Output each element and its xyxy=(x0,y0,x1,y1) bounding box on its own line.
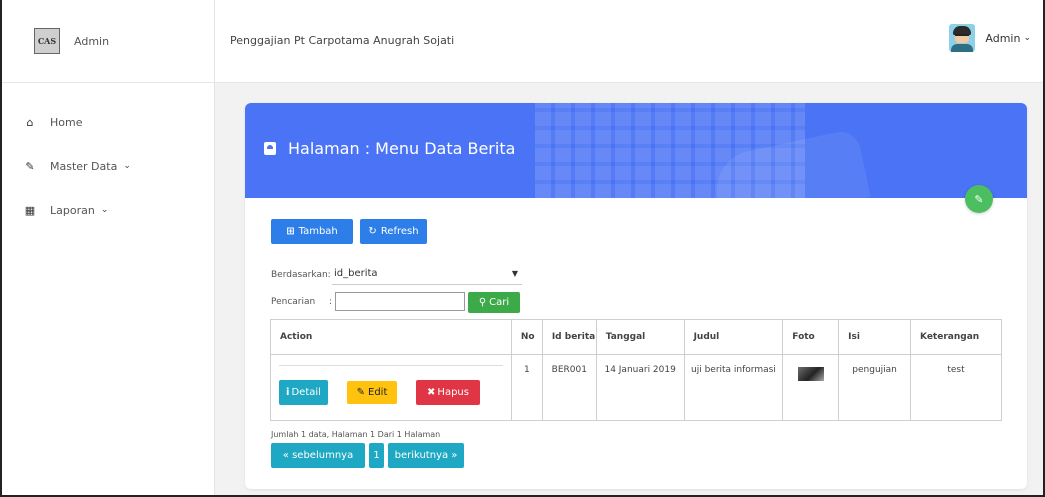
column-header: Judul xyxy=(683,319,784,355)
cell-tanggal: 14 Januari 2019 xyxy=(595,354,685,421)
berita-table: Action No Id berita Tanggal Judul Foto I… xyxy=(270,319,1002,421)
edit-label: Edit xyxy=(368,387,388,398)
edit-fab-button[interactable]: ✎ xyxy=(965,185,993,213)
sidebar-item-label: Laporan xyxy=(50,203,95,217)
brand[interactable]: CAS Admin xyxy=(2,0,214,83)
hapus-label: Hapus xyxy=(437,387,469,398)
edit-icon: ✎ xyxy=(974,192,984,206)
detail-label: Detail xyxy=(291,387,321,398)
sidebar-item-home[interactable]: ⌂ Home xyxy=(2,109,214,135)
user-name: Admin xyxy=(985,31,1021,45)
brand-name: Admin xyxy=(74,34,110,48)
sort-label: Berdasarkan: xyxy=(271,270,331,280)
sidebar: CAS Admin ⌂ Home ✎ Master Data ⌄ ▦ Lapor… xyxy=(2,0,215,497)
action-cell: i Detail ✎ Edit ✖ Hapus xyxy=(270,354,512,421)
prev-page-button[interactable]: « sebelumnya xyxy=(271,443,365,468)
calendar-icon: ▦ xyxy=(24,203,36,217)
photo-thumbnail[interactable] xyxy=(797,367,824,381)
tambah-label: Tambah xyxy=(298,226,338,237)
chevron-down-icon: ⌄ xyxy=(1023,33,1031,43)
chevron-down-icon: ⌄ xyxy=(123,161,131,171)
column-header: Isi xyxy=(838,319,912,355)
sidebar-item-master-data[interactable]: ✎ Master Data ⌄ xyxy=(2,153,214,179)
page-number-button[interactable]: 1 xyxy=(369,443,384,468)
sort-select[interactable]: id_berita ▼ xyxy=(332,263,522,285)
detail-button[interactable]: i Detail xyxy=(279,380,328,405)
cell-keterangan: test xyxy=(910,354,1002,421)
pagination-info: Jumlah 1 data, Halaman 1 Dari 1 Halaman xyxy=(271,430,441,439)
content-card: Halaman : Menu Data Berita ✎ ⊞ Tambah ↻ … xyxy=(245,103,1027,489)
top-bar: Penggajian Pt Carpotama Anugrah Sojati A… xyxy=(215,0,1043,83)
cari-label: Cari xyxy=(489,297,510,308)
plus-square-icon: ⊞ xyxy=(286,226,295,237)
refresh-button[interactable]: ↻ Refresh xyxy=(360,219,427,244)
user-menu[interactable]: Admin ⌄ xyxy=(949,24,1031,52)
column-header: Keterangan xyxy=(910,319,1002,355)
avatar xyxy=(949,24,976,52)
card-header: Halaman : Menu Data Berita xyxy=(245,103,1027,198)
column-header: Id berita xyxy=(541,319,597,355)
search-input[interactable] xyxy=(335,292,465,311)
pagination: « sebelumnya 1 berikutnya » xyxy=(271,443,468,468)
sidebar-item-label: Master Data xyxy=(50,159,118,173)
contact-card-icon xyxy=(264,142,276,155)
delete-icon: ✖ xyxy=(427,387,436,398)
search-icon: ⚲ xyxy=(478,297,487,308)
sidebar-nav: ⌂ Home ✎ Master Data ⌄ ▦ Laporan ⌄ xyxy=(2,83,214,223)
tambah-button[interactable]: ⊞ Tambah xyxy=(271,219,353,244)
edit-button[interactable]: ✎ Edit xyxy=(347,381,397,404)
next-page-button[interactable]: berikutnya » xyxy=(388,443,464,468)
page-title: Halaman : Menu Data Berita xyxy=(264,139,515,158)
cell-no: 1 xyxy=(510,354,543,421)
logo: CAS xyxy=(34,28,60,54)
table-header-row: Action No Id berita Tanggal Judul Foto I… xyxy=(270,319,1002,355)
column-header: Action xyxy=(270,319,512,355)
cell-foto xyxy=(782,354,840,421)
cell-id: BER001 xyxy=(541,354,597,421)
chevron-down-icon: ⌄ xyxy=(100,205,109,215)
edit-icon: ✎ xyxy=(25,159,35,173)
hapus-button[interactable]: ✖ Hapus xyxy=(416,380,480,405)
info-icon: i xyxy=(286,387,290,398)
column-header: Tanggal xyxy=(595,319,685,355)
home-icon: ⌂ xyxy=(26,115,34,129)
column-header: No xyxy=(510,319,543,355)
cell-judul: uji berita informasi xyxy=(683,354,784,421)
refresh-icon: ↻ xyxy=(368,226,377,237)
column-header: Foto xyxy=(782,319,840,355)
edit-icon: ✎ xyxy=(356,387,365,398)
sort-select-value: id_berita xyxy=(334,268,378,279)
cell-isi: pengujian xyxy=(838,354,912,421)
table-row: i Detail ✎ Edit ✖ Hapus 1 BER001 14 Janu… xyxy=(270,354,1002,421)
cari-button[interactable]: ⚲ Cari xyxy=(468,292,520,313)
page-title-text: Halaman : Menu Data Berita xyxy=(288,139,516,158)
app-title: Penggajian Pt Carpotama Anugrah Sojati xyxy=(230,34,455,47)
refresh-label: Refresh xyxy=(380,226,419,237)
sidebar-item-label: Home xyxy=(50,115,83,129)
dropdown-arrow-icon: ▼ xyxy=(511,269,518,278)
search-label: Pencarian xyxy=(271,297,316,307)
sidebar-item-laporan[interactable]: ▦ Laporan ⌄ xyxy=(2,197,214,223)
